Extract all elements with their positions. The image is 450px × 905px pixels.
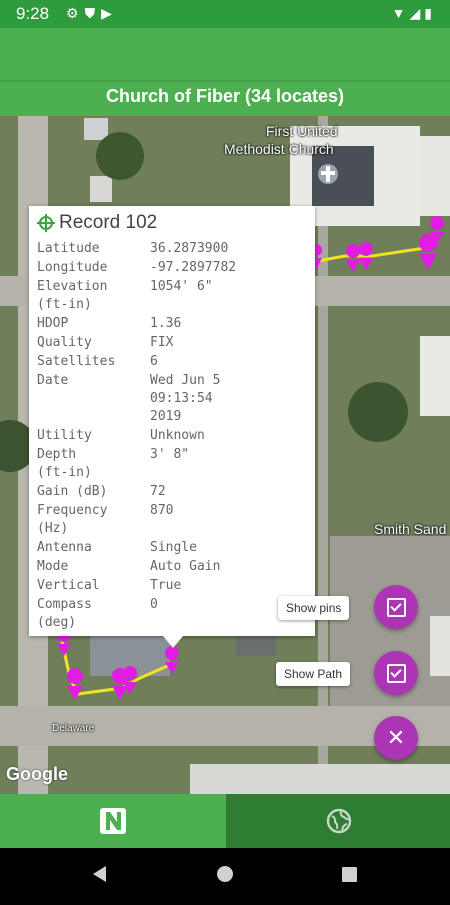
map-view[interactable]: First United Methodist Church Smith Sand… bbox=[0, 116, 450, 794]
record-row-key: Satellites bbox=[37, 354, 116, 369]
record-row-value: 3' 8" bbox=[150, 447, 190, 462]
record-details: Latitude 36.2873900 Longitude -97.2897782 El… bbox=[37, 240, 313, 633]
checkbox-checked-icon bbox=[387, 598, 406, 617]
record-row-key: HDOP bbox=[37, 316, 69, 331]
record-row: Longitude -97.2897782 bbox=[37, 259, 313, 277]
show-path-label[interactable]: Show Path bbox=[276, 662, 351, 686]
google-attribution: Google bbox=[6, 764, 68, 784]
record-row-value: 36.2873900 bbox=[150, 241, 229, 256]
signal-icon: ◢ bbox=[409, 5, 425, 21]
wifi-icon: ▼ bbox=[391, 5, 410, 21]
map-label-church-1: First United bbox=[266, 123, 338, 139]
record-row-key: Antenna bbox=[37, 540, 92, 555]
record-row-key: Longitude bbox=[37, 260, 108, 275]
record-row-key: Mode bbox=[37, 559, 69, 574]
battery-icon: ▮ bbox=[424, 5, 436, 21]
checkbox-checked-icon bbox=[387, 664, 406, 683]
status-bar: 9:28 ⚙⛊▶ ▼◢▮ bbox=[0, 0, 450, 28]
map-label-church-2: Methodist Church bbox=[224, 141, 334, 157]
record-row-value: Unknown bbox=[150, 428, 205, 443]
map-label-delaware: Delaware bbox=[52, 723, 95, 734]
record-row: Satellites 6 bbox=[37, 353, 313, 371]
record-row-key: Elevation (ft-in) bbox=[37, 279, 108, 312]
gps-target-icon bbox=[37, 214, 55, 232]
record-row-value: FIX bbox=[150, 335, 174, 350]
record-row-key: Gain (dB) bbox=[37, 484, 108, 499]
close-icon: ✕ bbox=[386, 725, 406, 750]
record-row: Antenna Single bbox=[37, 539, 313, 557]
record-row-value: 72 bbox=[150, 484, 166, 499]
gear-icon: ⚙ bbox=[66, 5, 85, 21]
record-row: Vertical True bbox=[37, 577, 313, 595]
record-row: Depth (ft-in) 3' 8" bbox=[37, 446, 313, 482]
nav-tab-map[interactable] bbox=[226, 794, 450, 848]
record-row-value: Wed Jun 5 09:13:54 2019 bbox=[150, 373, 221, 424]
record-row-value: Auto Gain bbox=[150, 559, 221, 574]
status-left-icons: ⚙⛊▶ bbox=[66, 5, 118, 22]
record-row-key: Latitude bbox=[37, 241, 100, 256]
recents-icon[interactable] bbox=[342, 867, 357, 882]
record-row: Elevation (ft-in) 1054' 6" bbox=[37, 278, 313, 314]
record-row: Mode Auto Gain bbox=[37, 558, 313, 576]
record-row-value: 1.36 bbox=[150, 316, 182, 331]
record-row-value: 6 bbox=[150, 354, 158, 369]
show-path-toggle[interactable] bbox=[374, 651, 418, 695]
status-time: 9:28 bbox=[16, 4, 50, 23]
record-row: HDOP 1.36 bbox=[37, 315, 313, 333]
record-row-key: Depth (ft-in) bbox=[37, 447, 92, 480]
record-row: Utility Unknown bbox=[37, 427, 313, 445]
record-row-key: Compass (deg) bbox=[37, 597, 92, 630]
record-row-key: Quality bbox=[37, 335, 92, 350]
record-row-value: 1054' 6" bbox=[150, 279, 213, 294]
globe-icon bbox=[326, 808, 352, 834]
record-row-key: Utility bbox=[37, 428, 92, 443]
shield-icon: ⛊ bbox=[84, 5, 102, 21]
close-button[interactable]: ✕ bbox=[374, 716, 418, 760]
record-info-window[interactable]: Record 102 Latitude 36.2873900 Longitude -9… bbox=[29, 206, 315, 648]
page-title: Church of Fiber (34 locates) bbox=[0, 80, 450, 118]
home-icon[interactable] bbox=[217, 866, 233, 882]
record-row: Quality FIX bbox=[37, 334, 313, 352]
app-bar bbox=[0, 28, 450, 80]
bottom-nav bbox=[0, 794, 450, 848]
back-icon[interactable] bbox=[93, 866, 106, 882]
record-row-key: Vertical bbox=[37, 578, 100, 593]
play-store-icon: ▶ bbox=[101, 5, 118, 21]
record-row-key: Date bbox=[37, 373, 69, 388]
show-pins-toggle[interactable] bbox=[374, 585, 418, 629]
map-label-smith-sand: Smith Sand bbox=[374, 521, 447, 537]
record-row: Gain (dB) 72 bbox=[37, 483, 313, 501]
record-row: Compass (deg)0 bbox=[37, 596, 313, 632]
system-navigation bbox=[0, 848, 450, 900]
nav-tab-app[interactable] bbox=[0, 794, 226, 848]
record-row-key: Frequency (Hz) bbox=[37, 503, 108, 536]
record-row-value: 870 bbox=[150, 503, 174, 518]
system-nav-icons bbox=[93, 866, 357, 882]
record-row: Frequency (Hz) 870 bbox=[37, 502, 313, 538]
status-right-icons: ▼◢▮ bbox=[392, 5, 436, 22]
show-pins-label[interactable]: Show pins bbox=[278, 596, 350, 620]
record-row-value: True bbox=[150, 578, 182, 593]
app-logo-icon bbox=[100, 808, 126, 834]
record-row: Latitude 36.2873900 bbox=[37, 240, 313, 258]
record-row-value: Single bbox=[150, 540, 197, 555]
record-row: Date Wed Jun 5 09:13:54 2019 bbox=[37, 372, 313, 426]
record-title: Record 102 bbox=[59, 212, 158, 233]
record-row-value: -97.2897782 bbox=[150, 260, 237, 275]
